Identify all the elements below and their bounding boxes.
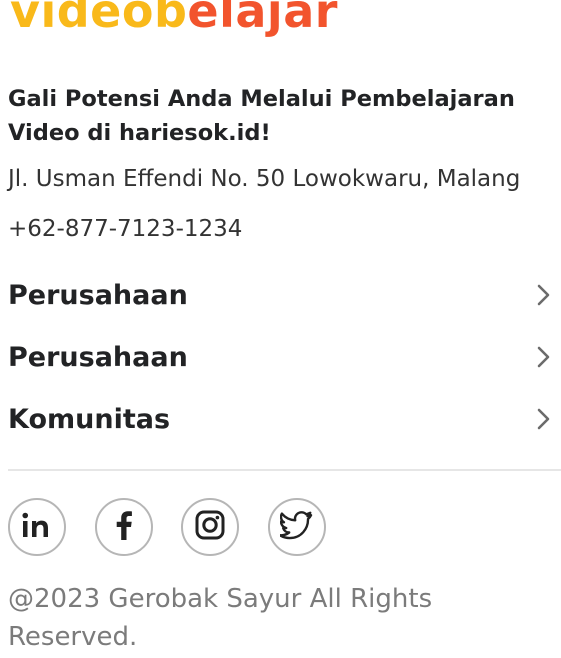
linkedin-icon <box>21 511 53 544</box>
logo-text-secondary: elajar <box>187 0 338 38</box>
chevron-right-icon <box>535 282 553 308</box>
nav-item-label: Perusahaan <box>8 341 188 373</box>
footer-phone: +62-877-7123-1234 <box>8 216 243 242</box>
footer-address: Jl. Usman Effendi No. 50 Lowokwaru, Mala… <box>8 166 521 192</box>
facebook-button[interactable] <box>95 498 153 556</box>
nav-item-perusahaan[interactable]: Perusahaan <box>8 275 553 315</box>
nav-item-perusahaan-2[interactable]: Perusahaan <box>8 337 553 377</box>
logo-text-primary: videob <box>10 0 188 38</box>
facebook-icon <box>114 510 134 545</box>
twitter-button[interactable] <box>268 498 326 556</box>
instagram-icon <box>194 509 226 546</box>
twitter-icon <box>278 510 314 545</box>
linkedin-button[interactable] <box>8 498 66 556</box>
footer-tagline: Gali Potensi Anda Melalui Pembelajaran V… <box>8 86 515 146</box>
nav-item-label: Komunitas <box>8 403 171 435</box>
copyright-text: @2023 Gerobak Sayur All Rights Reserved. <box>8 584 433 652</box>
nav-item-komunitas[interactable]: Komunitas <box>8 399 553 439</box>
instagram-button[interactable] <box>181 498 239 556</box>
chevron-right-icon <box>535 344 553 370</box>
nav-item-label: Perusahaan <box>8 279 188 311</box>
footer-divider <box>8 469 561 471</box>
chevron-right-icon <box>535 406 553 432</box>
brand-logo[interactable]: videobelajar <box>10 0 338 34</box>
